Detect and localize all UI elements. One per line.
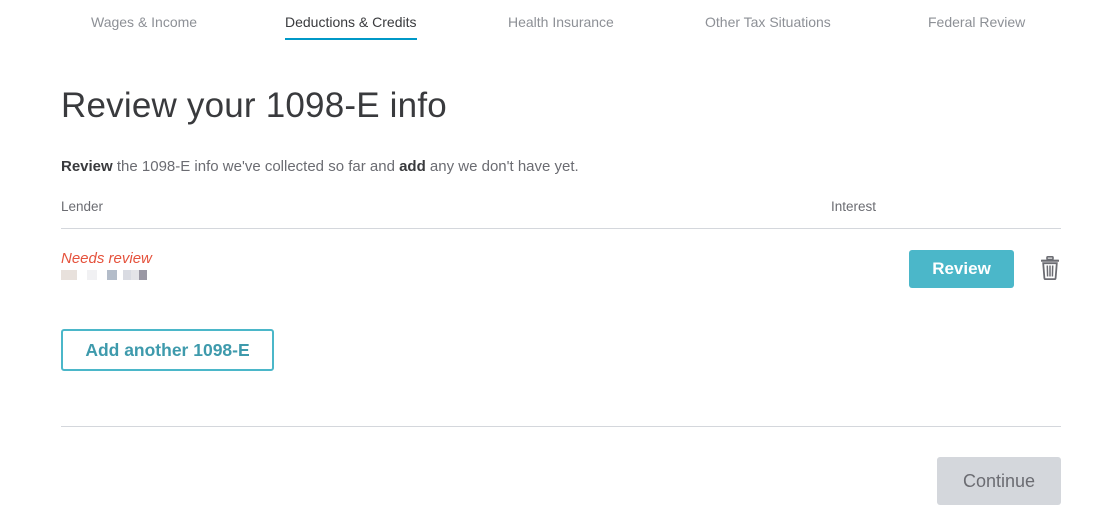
- page-title: Review your 1098-E info: [61, 86, 447, 125]
- step-tabs: Wages & Income Deductions & Credits Heal…: [0, 0, 1114, 48]
- redacted-lender-name: [61, 270, 147, 280]
- review-button[interactable]: Review: [909, 250, 1014, 288]
- tab-health-insurance[interactable]: Health Insurance: [508, 14, 614, 38]
- column-header-interest: Interest: [831, 199, 877, 214]
- tab-deductions-credits[interactable]: Deductions & Credits: [285, 14, 417, 40]
- trash-icon[interactable]: [1040, 256, 1060, 280]
- add-another-1098e-button[interactable]: Add another 1098-E: [61, 329, 274, 371]
- column-header-lender: Lender: [61, 199, 104, 214]
- tab-other-tax-situations[interactable]: Other Tax Situations: [705, 14, 831, 38]
- continue-button[interactable]: Continue: [937, 457, 1061, 505]
- intro-text-part-1: the 1098-E info we've collected so far a…: [112, 158, 400, 175]
- footer-divider: [61, 426, 1061, 427]
- intro-strong-add: add: [399, 158, 426, 175]
- tab-wages-income[interactable]: Wages & Income: [91, 14, 197, 38]
- intro-text: Review the 1098-E info we've collected s…: [61, 158, 579, 175]
- intro-text-part-2: any we don't have yet.: [425, 158, 579, 175]
- needs-review-status: Needs review: [61, 250, 152, 267]
- tab-federal-review[interactable]: Federal Review: [928, 14, 1025, 38]
- table-header-divider: [61, 228, 1061, 229]
- intro-strong-review: Review: [61, 158, 113, 175]
